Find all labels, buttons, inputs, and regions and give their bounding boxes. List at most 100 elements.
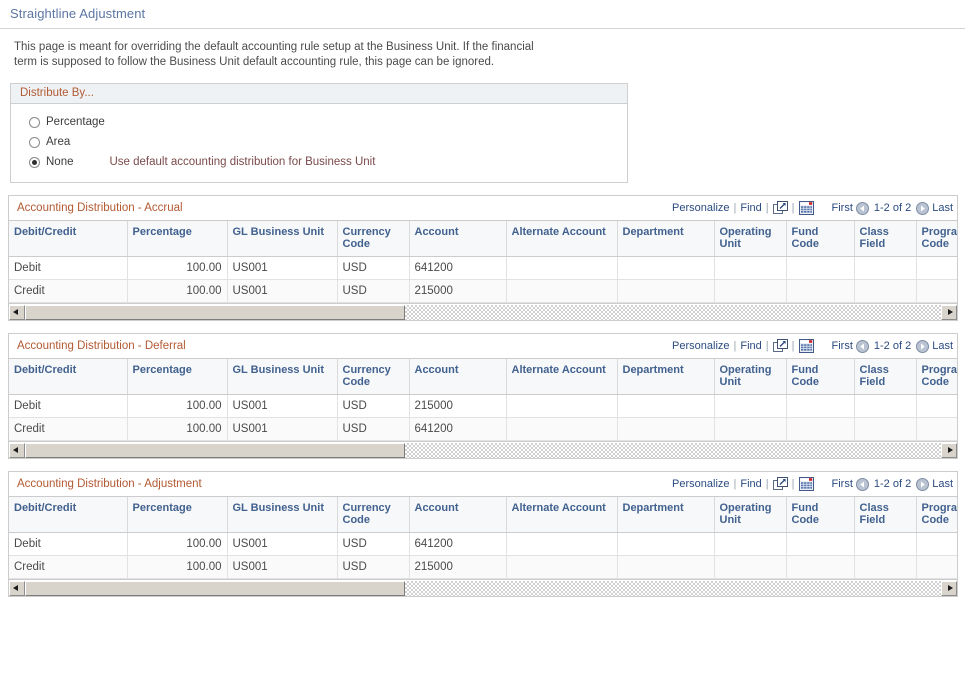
radio-row-none[interactable]: None Use default accounting distribution… [11,152,627,172]
cell-gl-business-unit[interactable]: US001 [227,556,337,579]
export-to-excel-icon[interactable] [773,339,788,353]
column-header[interactable]: Debit/Credit [9,221,127,257]
scroll-left-button[interactable] [9,581,25,596]
cell-program-code[interactable] [916,257,957,280]
find-link[interactable]: Find [740,340,761,352]
column-header[interactable]: Account [409,359,506,395]
radio-none[interactable] [29,157,40,168]
cell-debit-credit[interactable]: Credit [9,418,127,441]
cell-fund-code[interactable] [786,257,854,280]
column-header[interactable]: Program Code [916,221,957,257]
cell-account[interactable]: 641200 [409,257,506,280]
scrollbar-thumb[interactable] [25,305,405,320]
cell-operating-unit[interactable] [714,533,786,556]
cell-gl-business-unit[interactable]: US001 [227,418,337,441]
cell-percentage[interactable]: 100.00 [127,395,227,418]
row-counter[interactable]: 1-2 of 2 [874,340,911,352]
radio-area[interactable] [29,137,40,148]
cell-program-code[interactable] [916,280,957,303]
column-header[interactable]: Currency Code [337,359,409,395]
horizontal-scrollbar[interactable] [9,579,957,596]
cell-currency-code[interactable]: USD [337,395,409,418]
column-header[interactable]: Percentage [127,497,227,533]
cell-department[interactable] [617,418,714,441]
last-link[interactable]: Last [932,478,953,490]
cell-department[interactable] [617,556,714,579]
cell-class-field[interactable] [854,556,916,579]
horizontal-scrollbar[interactable] [9,303,957,320]
scroll-left-button[interactable] [9,443,25,458]
previous-row-icon[interactable] [853,478,872,491]
column-header[interactable]: Alternate Account [506,221,617,257]
column-header[interactable]: Debit/Credit [9,359,127,395]
cell-fund-code[interactable] [786,280,854,303]
radio-percentage[interactable] [29,117,40,128]
view-grid-icon[interactable] [799,477,814,491]
cell-program-code[interactable] [916,418,957,441]
column-header[interactable]: Currency Code [337,497,409,533]
export-to-excel-icon[interactable] [773,477,788,491]
scrollbar-thumb[interactable] [25,443,405,458]
column-header[interactable]: Class Field [854,221,916,257]
first-link[interactable]: First [832,202,853,214]
cell-alternate-account[interactable] [506,556,617,579]
cell-operating-unit[interactable] [714,257,786,280]
cell-currency-code[interactable]: USD [337,418,409,441]
cell-alternate-account[interactable] [506,418,617,441]
column-header[interactable]: Class Field [854,497,916,533]
cell-debit-credit[interactable]: Debit [9,257,127,280]
scrollbar-track[interactable] [25,581,941,596]
cell-account[interactable]: 215000 [409,556,506,579]
row-counter[interactable]: 1-2 of 2 [874,202,911,214]
column-header[interactable]: Operating Unit [714,221,786,257]
cell-account[interactable]: 641200 [409,418,506,441]
cell-class-field[interactable] [854,533,916,556]
cell-currency-code[interactable]: USD [337,280,409,303]
view-grid-icon[interactable] [799,201,814,215]
last-link[interactable]: Last [932,202,953,214]
cell-department[interactable] [617,257,714,280]
cell-account[interactable]: 215000 [409,395,506,418]
scroll-right-button[interactable] [941,443,957,458]
personalize-link[interactable]: Personalize [672,340,729,352]
find-link[interactable]: Find [740,478,761,490]
cell-operating-unit[interactable] [714,395,786,418]
last-link[interactable]: Last [932,340,953,352]
export-to-excel-icon[interactable] [773,201,788,215]
column-header[interactable]: Account [409,221,506,257]
previous-row-icon[interactable] [853,340,872,353]
cell-department[interactable] [617,280,714,303]
cell-gl-business-unit[interactable]: US001 [227,533,337,556]
cell-fund-code[interactable] [786,533,854,556]
find-link[interactable]: Find [740,202,761,214]
column-header[interactable]: Department [617,359,714,395]
cell-class-field[interactable] [854,395,916,418]
cell-alternate-account[interactable] [506,257,617,280]
column-header[interactable]: Percentage [127,359,227,395]
column-header[interactable]: Operating Unit [714,359,786,395]
personalize-link[interactable]: Personalize [672,478,729,490]
cell-debit-credit[interactable]: Debit [9,395,127,418]
cell-class-field[interactable] [854,418,916,441]
column-header[interactable]: Department [617,221,714,257]
scroll-right-button[interactable] [941,305,957,320]
cell-operating-unit[interactable] [714,418,786,441]
column-header[interactable]: Percentage [127,221,227,257]
cell-fund-code[interactable] [786,395,854,418]
column-header[interactable]: GL Business Unit [227,359,337,395]
cell-alternate-account[interactable] [506,533,617,556]
cell-debit-credit[interactable]: Credit [9,280,127,303]
scroll-right-button[interactable] [941,581,957,596]
cell-gl-business-unit[interactable]: US001 [227,280,337,303]
scrollbar-thumb[interactable] [25,581,405,596]
first-link[interactable]: First [832,340,853,352]
column-header[interactable]: Fund Code [786,221,854,257]
cell-operating-unit[interactable] [714,556,786,579]
column-header[interactable]: Program Code [916,359,957,395]
cell-currency-code[interactable]: USD [337,533,409,556]
cell-debit-credit[interactable]: Debit [9,533,127,556]
radio-row-percentage[interactable]: Percentage [11,112,627,132]
cell-fund-code[interactable] [786,556,854,579]
column-header[interactable]: Department [617,497,714,533]
cell-department[interactable] [617,395,714,418]
